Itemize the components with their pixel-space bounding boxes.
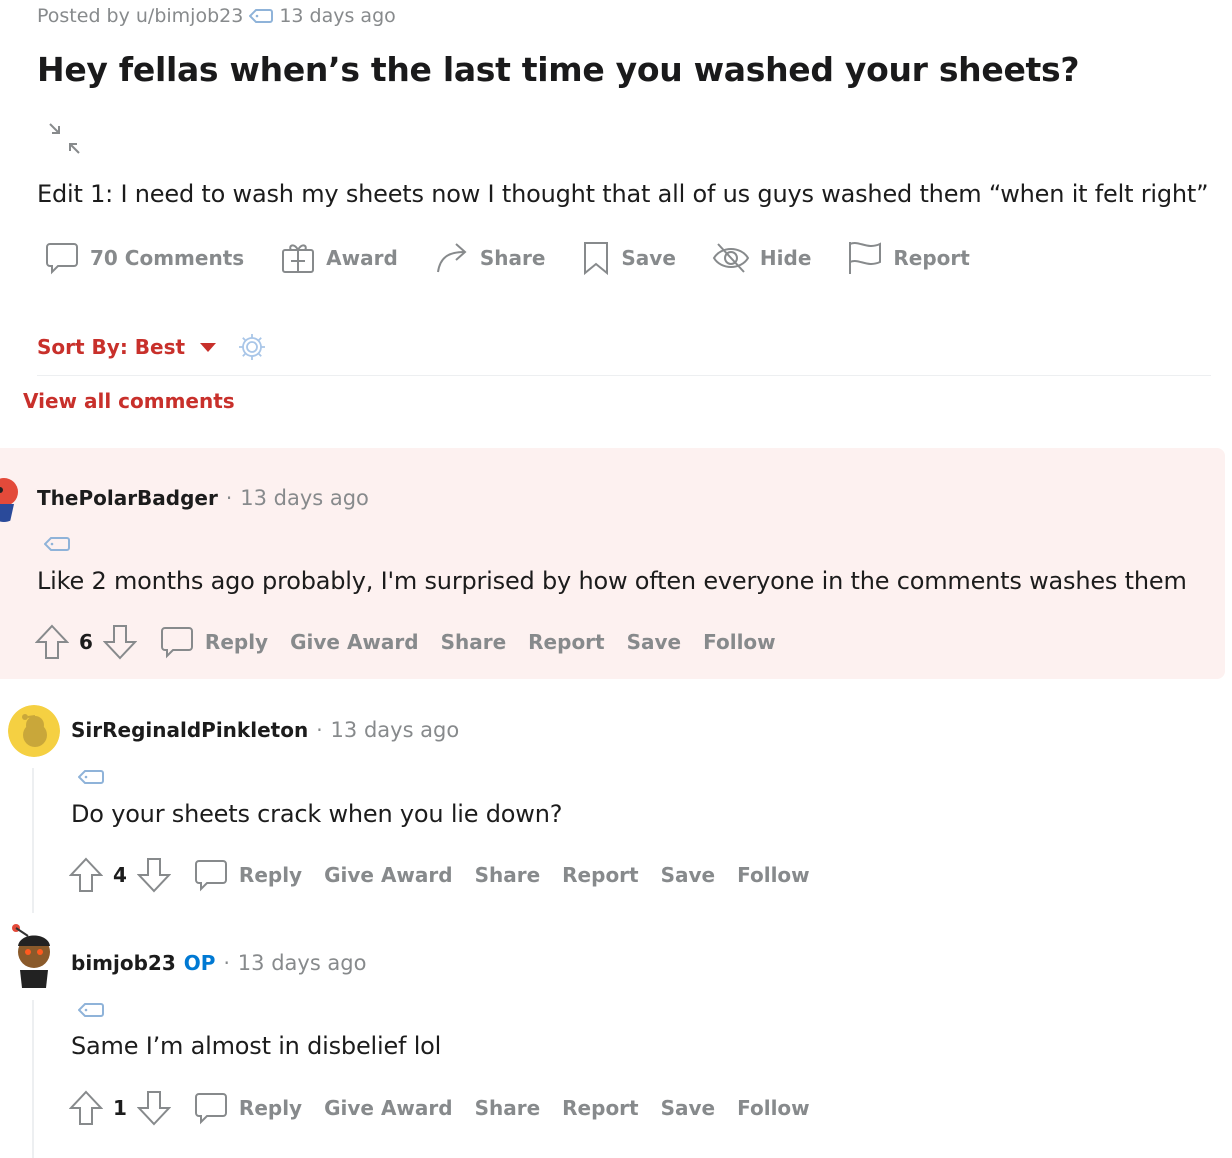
upvote-icon[interactable] — [35, 624, 69, 660]
report-button[interactable]: Report — [562, 863, 638, 887]
comment-time: 13 days ago — [237, 951, 367, 975]
post-title: Hey fellas when’s the last time you wash… — [37, 50, 1080, 89]
give-award-button[interactable]: Give Award — [324, 863, 452, 887]
vote-score: 6 — [79, 630, 93, 654]
share-label: Share — [479, 246, 546, 270]
comment-icon — [46, 243, 78, 275]
follow-button[interactable]: Follow — [737, 863, 810, 887]
hide-label: Hide — [759, 246, 812, 270]
hide-eye-icon — [712, 243, 750, 273]
save-button[interactable]: Save — [661, 863, 716, 887]
share-button[interactable]: Share — [475, 863, 541, 887]
avatar[interactable] — [6, 922, 62, 988]
avatar[interactable] — [8, 705, 60, 757]
vote-score: 4 — [113, 863, 127, 887]
bookmark-icon — [584, 242, 609, 276]
upvote-icon[interactable] — [69, 1090, 103, 1126]
gear-icon[interactable] — [237, 332, 267, 362]
reply-button[interactable]: Reply — [193, 1090, 302, 1126]
comment-time: 13 days ago — [240, 486, 369, 510]
reply-label: Reply — [238, 863, 303, 887]
comment-icon — [194, 1093, 227, 1125]
give-award-button[interactable]: Give Award — [324, 1096, 452, 1120]
award-label: Award — [326, 246, 398, 270]
separator-dot: · — [223, 951, 230, 975]
vote-box: 4 — [69, 857, 171, 893]
vote-box: 1 — [69, 1090, 171, 1126]
follow-button[interactable]: Follow — [703, 630, 776, 654]
tag-icon — [249, 8, 274, 24]
give-award-button[interactable]: Give Award — [290, 630, 418, 654]
tag-icon — [77, 769, 104, 789]
comment-actions: 4 Reply Give Award Share Report Save Fol… — [69, 857, 810, 893]
comments-count: 70 Comments — [90, 246, 245, 270]
sort-dropdown[interactable]: Sort By: Best — [37, 335, 185, 359]
view-all-comments-link[interactable]: View all comments — [23, 389, 235, 413]
reply-button[interactable]: Reply — [159, 624, 268, 660]
vote-score: 1 — [113, 1096, 127, 1120]
share-button[interactable]: Share — [434, 240, 546, 276]
comment-actions: 1 Reply Give Award Share Report Save Fol… — [69, 1090, 810, 1126]
comment-username[interactable]: SirReginaldPinkleton — [71, 718, 308, 742]
comment-icon — [194, 860, 227, 892]
share-button[interactable]: Share — [475, 1096, 541, 1120]
post-body: Edit 1: I need to wash my sheets now I t… — [37, 180, 1209, 208]
comment-icon — [160, 627, 193, 659]
report-button[interactable]: Report — [528, 630, 604, 654]
comment-time: 13 days ago — [330, 718, 460, 742]
post-actions: 70 Comments Award Share Save Hide Report — [44, 240, 970, 276]
report-button[interactable]: Report — [562, 1096, 638, 1120]
op-badge: OP — [183, 951, 216, 975]
report-label: Report — [893, 246, 970, 270]
downvote-icon[interactable] — [136, 857, 171, 893]
post-meta: Posted by u/bimjob23 13 days ago — [37, 5, 396, 27]
tag-icon — [43, 536, 70, 556]
comment-username[interactable]: ThePolarBadger — [37, 486, 218, 510]
comment-header: ThePolarBadger · 13 days ago — [37, 486, 369, 510]
comment-text: Same I’m almost in disbelief lol — [71, 1032, 442, 1060]
separator-dot: · — [225, 486, 233, 510]
comment-actions: 6 Reply Give Award Share Report Save Fol… — [35, 624, 776, 660]
thread-line[interactable] — [32, 768, 34, 913]
save-button[interactable]: Save — [661, 1096, 716, 1120]
vote-box: 6 — [35, 624, 137, 660]
downvote-icon[interactable] — [102, 624, 137, 660]
report-button[interactable]: Report — [847, 240, 970, 276]
comment-header: SirReginaldPinkleton · 13 days ago — [71, 718, 459, 742]
save-button[interactable]: Save — [581, 240, 676, 276]
upvote-icon[interactable] — [69, 857, 103, 893]
hide-button[interactable]: Hide — [712, 240, 811, 276]
comment-username[interactable]: bimjob23 — [71, 951, 176, 975]
share-arrow-icon — [436, 243, 467, 273]
post-time: 13 days ago — [279, 5, 396, 27]
award-button[interactable]: Award — [280, 240, 398, 276]
sort-divider — [37, 375, 1211, 376]
sort-bar: Sort By: Best — [37, 332, 267, 362]
separator-dot: · — [316, 718, 323, 742]
reply-label: Reply — [204, 630, 269, 654]
comment-header: bimjob23 OP · 13 days ago — [71, 951, 366, 975]
comments-button[interactable]: 70 Comments — [44, 240, 244, 276]
caret-down-icon[interactable] — [199, 341, 217, 353]
posted-by[interactable]: Posted by u/bimjob23 — [37, 5, 243, 27]
comment-text: Do your sheets crack when you lie down? — [71, 800, 563, 828]
tag-icon — [77, 1002, 104, 1022]
comment-text: Like 2 months ago probably, I'm surprise… — [37, 567, 1187, 595]
save-button[interactable]: Save — [627, 630, 682, 654]
flag-icon — [849, 242, 882, 274]
downvote-icon[interactable] — [136, 1090, 171, 1126]
share-button[interactable]: Share — [441, 630, 507, 654]
thread-line[interactable] — [32, 1000, 34, 1158]
save-label: Save — [621, 246, 676, 270]
follow-button[interactable]: Follow — [737, 1096, 810, 1120]
reply-label: Reply — [238, 1096, 303, 1120]
reply-button[interactable]: Reply — [193, 857, 302, 893]
gift-icon — [282, 244, 315, 273]
collapse-icon[interactable] — [48, 122, 82, 160]
